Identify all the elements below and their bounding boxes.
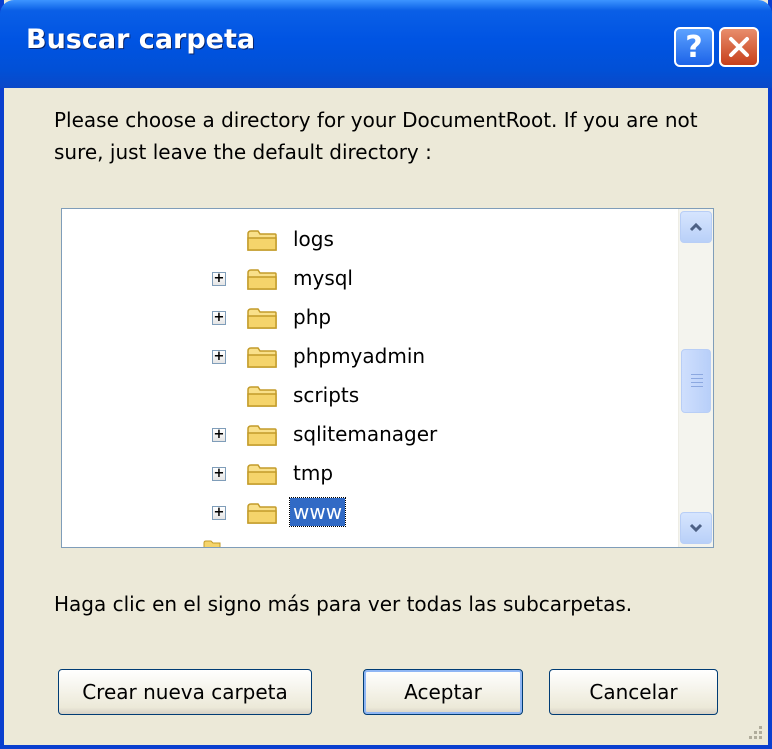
tree-item[interactable]: + mysql	[62, 261, 672, 297]
folder-icon	[246, 501, 278, 525]
folder-icon	[246, 267, 278, 291]
thumb-grip-line	[691, 378, 703, 379]
expand-icon[interactable]: +	[212, 467, 226, 481]
thumb-grip-line	[691, 386, 703, 387]
dialog-window: Buscar carpeta ? Please choose a directo…	[0, 0, 772, 749]
tree-item-label[interactable]: www	[288, 497, 347, 527]
expand-icon[interactable]: +	[212, 311, 226, 325]
folder-icon	[246, 423, 278, 447]
tree-item-label[interactable]: tmp	[290, 459, 336, 487]
vertical-scrollbar[interactable]	[678, 209, 713, 547]
thumb-grip-line	[691, 374, 703, 375]
tree-item[interactable]: + phpmyadmin	[62, 339, 672, 375]
tree-item[interactable]: + tmp	[62, 456, 672, 492]
tree-item-label[interactable]: mysql	[290, 264, 356, 292]
resize-grip-icon[interactable]	[744, 721, 764, 741]
close-icon	[729, 37, 749, 57]
folder-icon	[246, 384, 278, 408]
tree-item-label[interactable]: sqlitemanager	[290, 420, 440, 448]
folder-icon	[246, 306, 278, 330]
expand-icon[interactable]: +	[212, 272, 226, 286]
expand-icon[interactable]: +	[212, 506, 226, 520]
tree-item[interactable]: + www	[62, 495, 672, 531]
folder-tree[interactable]: logs + mysql + php + phpmyadmin scripts + sqlitem…	[61, 208, 714, 548]
scroll-down-button[interactable]	[680, 512, 712, 544]
help-icon: ?	[685, 29, 703, 65]
tree-item[interactable]: + php	[62, 300, 672, 336]
folder-icon	[203, 540, 221, 547]
dialog-description: Please choose a directory for your Docum…	[54, 108, 698, 164]
ok-button[interactable]: Aceptar	[363, 669, 523, 715]
folder-icon	[246, 462, 278, 486]
cancel-button[interactable]: Cancelar	[549, 669, 718, 715]
scroll-up-button[interactable]	[680, 211, 712, 243]
tree-item-label[interactable]: phpmyadmin	[290, 342, 428, 370]
folder-icon	[246, 345, 278, 369]
tree-item[interactable]: scripts	[62, 378, 672, 414]
help-button[interactable]: ?	[674, 27, 714, 67]
tree-item[interactable]: + sqlitemanager	[62, 417, 672, 453]
tree-item-label[interactable]: logs	[290, 225, 337, 253]
tree-item-label[interactable]: scripts	[290, 381, 362, 409]
tree-item[interactable]: logs	[62, 222, 672, 258]
expand-icon[interactable]: +	[212, 350, 226, 364]
folder-icon	[246, 228, 278, 252]
expand-icon[interactable]: +	[212, 428, 226, 442]
thumb-grip-line	[691, 382, 703, 383]
tree-item-label[interactable]: php	[290, 303, 334, 331]
new-folder-button[interactable]: Crear nueva carpeta	[58, 669, 312, 715]
scroll-up-icon	[689, 222, 703, 232]
close-button[interactable]	[719, 27, 759, 67]
scroll-down-icon	[689, 523, 703, 533]
window-title: Buscar carpeta	[26, 24, 256, 55]
title-bar[interactable]: Buscar carpeta ?	[0, 0, 772, 88]
hint-text: Haga clic en el signo más para ver todas…	[54, 592, 633, 616]
scroll-thumb[interactable]	[681, 349, 711, 413]
